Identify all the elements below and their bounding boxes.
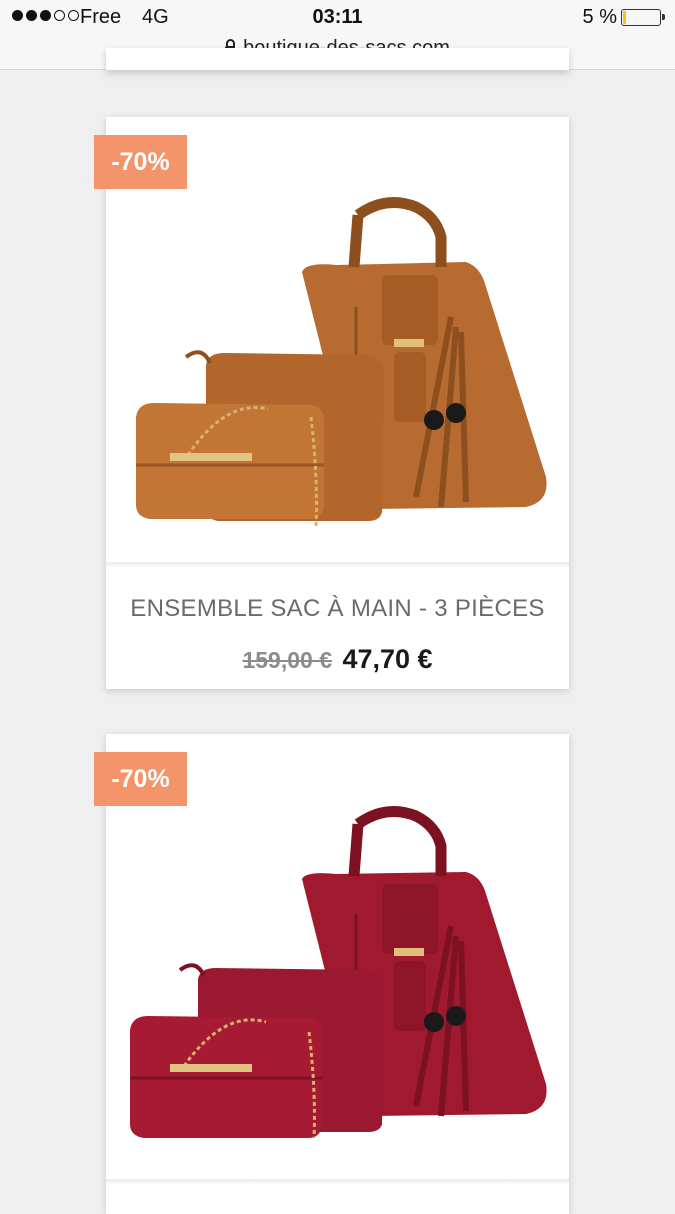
product-title[interactable]: ENSEMBLE SAC À MAIN - 3 PIÈCES bbox=[106, 595, 569, 623]
status-bar: Free 4G 03:11 5 % bbox=[0, 6, 675, 32]
original-price: 159,00 € bbox=[242, 647, 332, 673]
status-clock: 03:11 bbox=[312, 6, 363, 28]
battery-percent: 5 % bbox=[582, 6, 617, 28]
product-card[interactable]: -70% ENSEMBLE SAC À MAIN - 3 PIÈCES 159,… bbox=[94, 117, 569, 689]
price-row: 159,00 € 47,70 € bbox=[106, 644, 569, 675]
battery-icon bbox=[621, 9, 665, 26]
image-divider bbox=[106, 1179, 569, 1185]
discount-badge: -70% bbox=[94, 752, 187, 806]
previous-product-card bbox=[106, 48, 569, 70]
image-divider bbox=[106, 562, 569, 568]
product-card[interactable]: -70% bbox=[94, 734, 569, 1214]
discount-badge: -70% bbox=[94, 135, 187, 189]
sale-price: 47,70 € bbox=[342, 644, 433, 674]
